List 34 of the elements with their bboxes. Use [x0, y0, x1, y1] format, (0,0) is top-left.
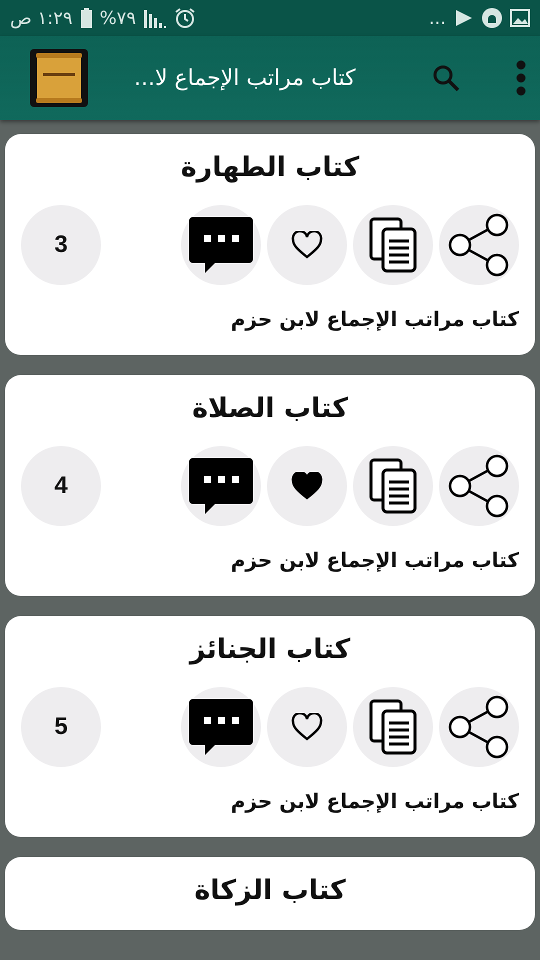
count-button[interactable]: 5 [21, 687, 101, 767]
speech-bubble-icon [189, 699, 253, 755]
search-button[interactable] [432, 64, 460, 92]
count-button[interactable]: 4 [21, 446, 101, 526]
share-icon [447, 695, 511, 759]
card-title: كتاب الجنائز [190, 634, 350, 665]
battery-icon [80, 8, 92, 28]
card-subtitle: كتاب مراتب الإجماع لابن حزم [230, 307, 519, 331]
card-subtitle: كتاب مراتب الإجماع لابن حزم [230, 789, 519, 813]
speech-bubble-icon [189, 458, 253, 514]
share-icon [447, 454, 511, 518]
play-icon [454, 8, 474, 28]
copy-icon [369, 217, 417, 273]
speech-bubble-icon [189, 217, 253, 273]
menu-button[interactable] [516, 60, 526, 96]
copy-icon [369, 699, 417, 755]
app-title: كتاب مراتب الإجماع لا... [134, 66, 356, 90]
copy-icon [369, 458, 417, 514]
image-icon [510, 9, 530, 27]
more-vertical-icon [516, 60, 526, 96]
battery-percent: ٧٩% [100, 8, 136, 28]
card-title: كتاب الطهارة [180, 152, 360, 183]
alarm-icon [174, 7, 196, 29]
more-notifications: ... [428, 8, 446, 28]
search-icon [432, 64, 460, 92]
signal-icon [144, 8, 166, 28]
clock: ١:٢٩ ص [10, 8, 73, 28]
book-scroll-icon [30, 49, 88, 107]
mosque-icon [482, 8, 502, 28]
share-icon [447, 213, 511, 277]
card-subtitle: كتاب مراتب الإجماع لابن حزم [230, 548, 519, 572]
card-title: كتاب الزكاة [194, 875, 346, 906]
card-title: كتاب الصلاة [192, 393, 348, 424]
count-button[interactable]: 3 [21, 205, 101, 285]
